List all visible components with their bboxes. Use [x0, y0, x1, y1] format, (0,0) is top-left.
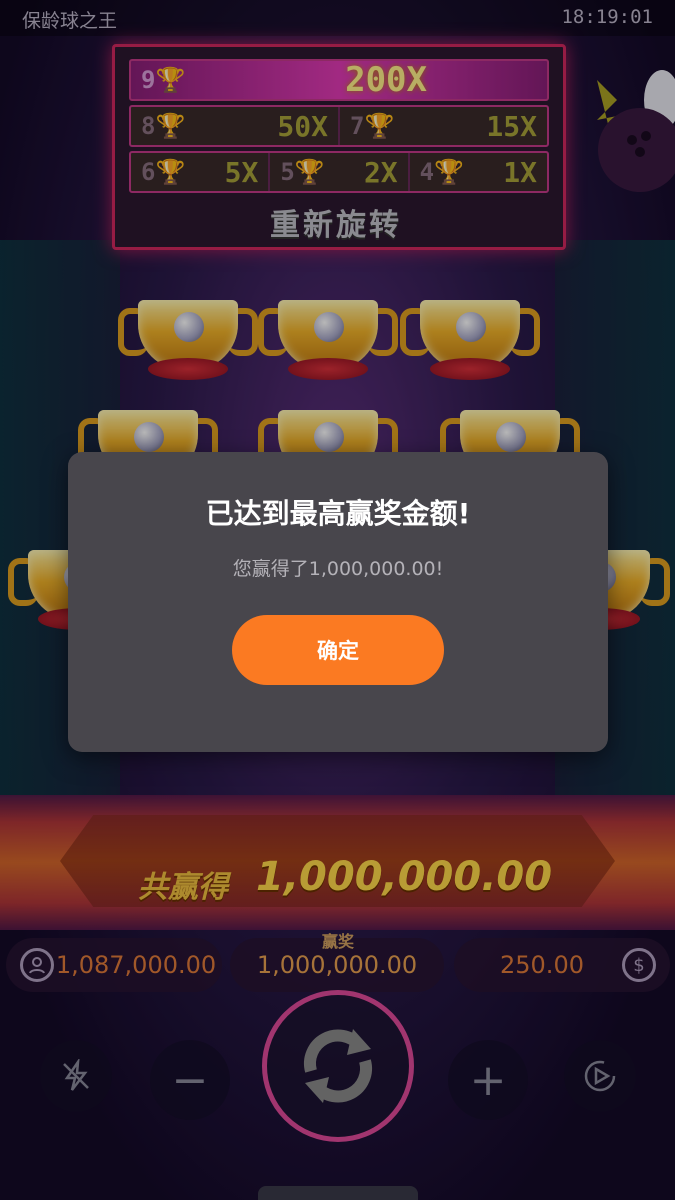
max-win-dialog: 已达到最高赢奖金额! 您赢得了1,000,000.00! 确定 — [68, 452, 608, 752]
dialog-message: 您赢得了1,000,000.00! — [232, 558, 444, 580]
confirm-button[interactable]: 确定 — [232, 615, 444, 685]
dialog-title: 已达到最高赢奖金额! — [205, 497, 471, 530]
